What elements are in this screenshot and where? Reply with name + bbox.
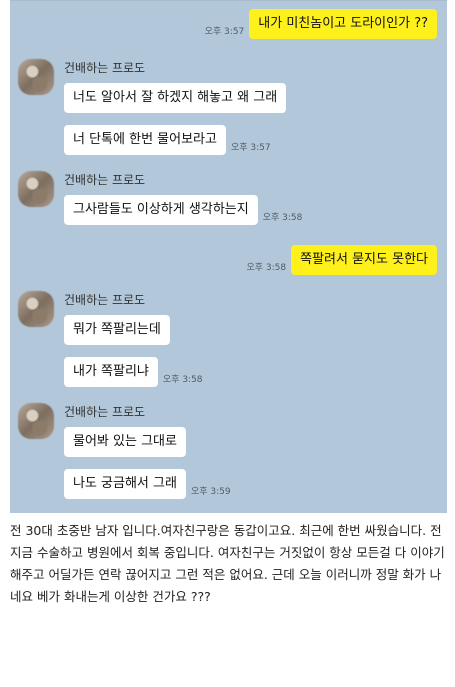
- message-time: 오후 3:57: [230, 143, 271, 153]
- sender-name: 건배하는 프로도: [64, 61, 146, 75]
- other-message-row: 물어봐 있는 그대로: [64, 427, 186, 457]
- my-message-row: 오후 3:57 내가 미친놈이고 도라이인가 ??: [200, 9, 437, 39]
- sender-name: 건배하는 프로도: [64, 405, 146, 419]
- other-message-row: 뭐가 쪽팔리는데: [64, 315, 170, 345]
- other-message-bubble[interactable]: 나도 궁금해서 그래: [64, 469, 186, 499]
- other-message-row: 내가 쪽팔리냐 오후 3:58: [64, 357, 208, 387]
- avatar[interactable]: [18, 291, 54, 327]
- message-time: 오후 3:57: [204, 27, 245, 37]
- message-time: 오후 3:58: [162, 375, 203, 385]
- other-message-bubble[interactable]: 뭐가 쪽팔리는데: [64, 315, 170, 345]
- other-message-row: 나도 궁금해서 그래 오후 3:59: [64, 469, 236, 499]
- avatar[interactable]: [18, 171, 54, 207]
- my-message-row: 오후 3:58 쪽팔려서 묻지도 못한다: [241, 245, 437, 275]
- avatar[interactable]: [18, 59, 54, 95]
- my-message-bubble[interactable]: 쪽팔려서 묻지도 못한다: [291, 245, 437, 275]
- avatar[interactable]: [18, 403, 54, 439]
- other-message-bubble[interactable]: 너 단톡에 한번 물어보라고: [64, 125, 226, 155]
- post-body: 전 30대 초중반 남자 입니다.여자친구랑은 동갑이고요. 최근에 한번 싸웠…: [10, 523, 445, 604]
- message-time: 오후 3:58: [246, 263, 287, 273]
- message-time: 오후 3:58: [262, 213, 303, 223]
- other-message-bubble[interactable]: 그사람들도 이상하게 생각하는지: [64, 195, 258, 225]
- message-time: 오후 3:59: [190, 487, 231, 497]
- other-message-bubble[interactable]: 물어봐 있는 그대로: [64, 427, 186, 457]
- other-message-bubble[interactable]: 내가 쪽팔리냐: [64, 357, 158, 387]
- chat-window: 오후 3:57 내가 미친놈이고 도라이인가 ?? 건배하는 프로도 너도 알아…: [10, 0, 447, 513]
- my-message-bubble[interactable]: 내가 미친놈이고 도라이인가 ??: [249, 9, 437, 39]
- sender-name: 건배하는 프로도: [64, 293, 146, 307]
- other-message-row: 너도 알아서 잘 하겠지 해놓고 왜 그래: [64, 83, 287, 113]
- sender-name: 건배하는 프로도: [64, 173, 146, 187]
- other-message-bubble[interactable]: 너도 알아서 잘 하겠지 해놓고 왜 그래: [64, 83, 287, 113]
- other-message-row: 그사람들도 이상하게 생각하는지 오후 3:58: [64, 195, 307, 225]
- other-message-row: 너 단톡에 한번 물어보라고 오후 3:57: [64, 125, 276, 155]
